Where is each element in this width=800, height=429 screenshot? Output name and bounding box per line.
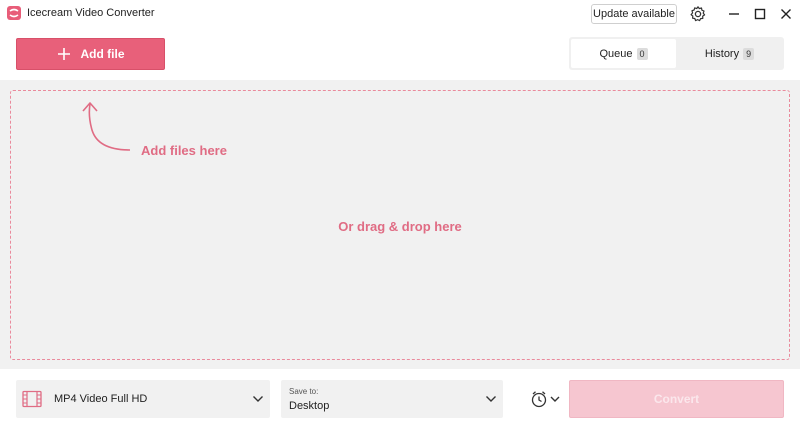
gear-icon[interactable] <box>689 5 707 23</box>
alarm-clock-icon[interactable] <box>530 390 562 408</box>
update-available-button[interactable]: Update available <box>591 4 677 24</box>
tab-history[interactable]: History 9 <box>677 39 782 68</box>
save-to-dropdown[interactable]: Save to: Desktop <box>281 380 503 418</box>
minimize-icon[interactable] <box>724 4 744 24</box>
history-count-badge: 9 <box>743 47 755 60</box>
app-title: Icecream Video Converter <box>27 7 155 19</box>
save-to-value: Desktop <box>289 400 330 412</box>
close-icon[interactable] <box>776 4 796 24</box>
plus-icon <box>57 48 70 60</box>
tab-queue-label: Queue <box>599 47 633 60</box>
maximize-icon[interactable] <box>750 4 770 24</box>
save-to-caption: Save to: <box>289 387 319 396</box>
video-format-icon <box>22 390 42 408</box>
add-file-button[interactable]: Add file <box>16 38 165 70</box>
curved-arrow-icon <box>82 102 131 151</box>
tab-history-label: History <box>704 47 740 60</box>
add-files-hint: Add files here <box>141 143 227 158</box>
convert-button[interactable]: Convert <box>569 380 784 418</box>
tab-queue[interactable]: Queue 0 <box>571 39 676 68</box>
drag-drop-hint: Or drag & drop here <box>338 219 462 234</box>
title-bar: Icecream Video Converter Update availabl… <box>0 0 800 28</box>
app-logo-icon <box>7 6 21 20</box>
format-value: MP4 Video Full HD <box>54 393 148 405</box>
view-tabs: Queue 0 History 9 <box>569 37 784 70</box>
chevron-down-icon <box>486 396 496 402</box>
queue-count-badge: 0 <box>636 47 648 60</box>
format-dropdown[interactable]: MP4 Video Full HD <box>16 380 270 418</box>
add-file-label: Add file <box>80 47 125 61</box>
chevron-down-icon <box>253 396 263 402</box>
